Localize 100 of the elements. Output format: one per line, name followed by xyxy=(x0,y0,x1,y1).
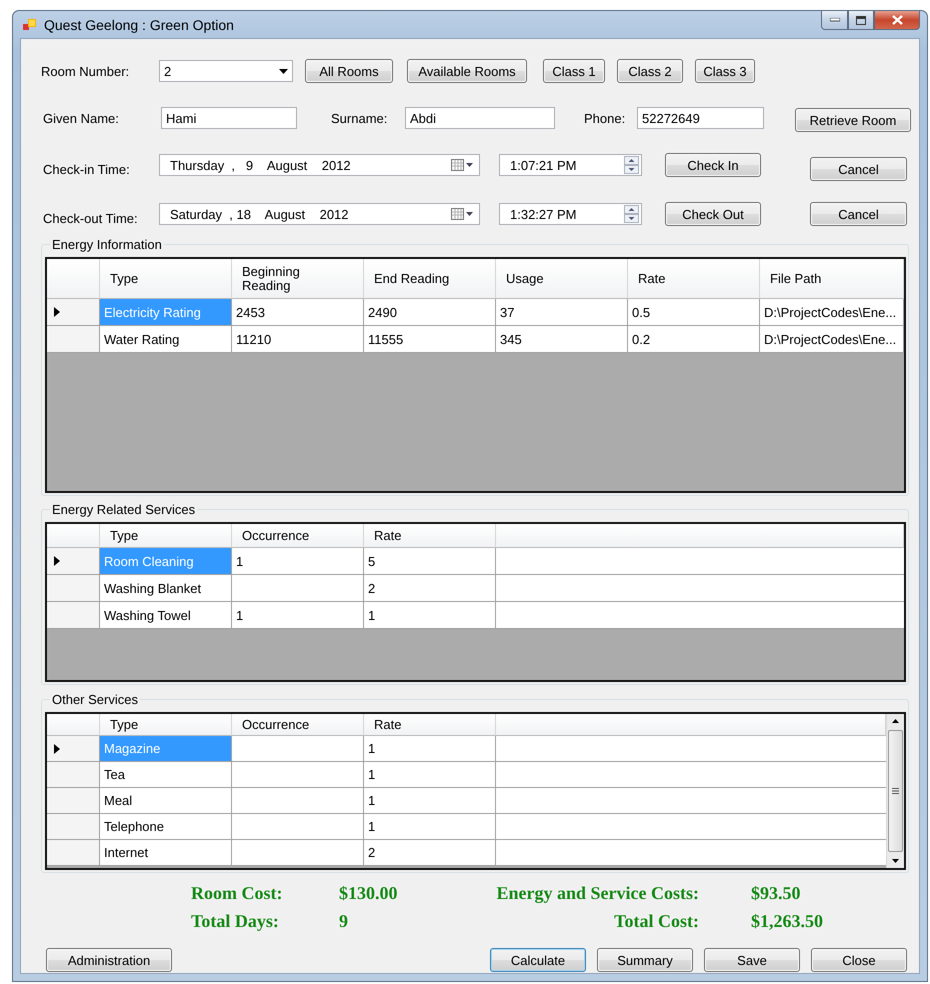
table-cell[interactable]: 2490 xyxy=(364,299,496,326)
table-cell[interactable]: Washing Blanket xyxy=(100,575,232,602)
table-cell[interactable]: 2 xyxy=(364,575,496,602)
scrollbar[interactable] xyxy=(886,714,904,868)
date-picker[interactable]: Saturday , 18 August 2012 xyxy=(159,203,480,225)
field-label: Phone: xyxy=(584,110,626,126)
field-label: Check-in Time: xyxy=(43,162,131,176)
scroll-up-icon xyxy=(891,718,900,724)
table-cell[interactable] xyxy=(232,736,364,762)
cancel-button[interactable]: Cancel xyxy=(810,202,907,226)
column-header[interactable]: Usage xyxy=(496,259,628,299)
table-cell[interactable]: 1 xyxy=(232,548,364,575)
table-cell[interactable] xyxy=(232,575,364,602)
total-value: 9 xyxy=(339,910,349,933)
table-cell[interactable]: 1 xyxy=(364,762,496,788)
current-row-icon xyxy=(54,307,60,317)
maximize-icon xyxy=(856,16,866,24)
table-cell[interactable]: Washing Towel xyxy=(100,602,232,629)
column-header[interactable]: File Path xyxy=(760,259,904,299)
app-icon xyxy=(22,16,38,32)
table-cell[interactable]: 1 xyxy=(364,814,496,840)
row-header[interactable] xyxy=(47,548,100,575)
column-header[interactable]: End Reading xyxy=(364,259,496,299)
table-cell[interactable]: 345 xyxy=(496,326,628,353)
field-label: Surname: xyxy=(331,110,388,126)
window-title: Quest Geelong : Green Option xyxy=(44,16,235,32)
spinner-icon xyxy=(624,205,639,223)
current-row-icon xyxy=(54,744,60,754)
time-field[interactable]: 1:32:27 PM xyxy=(499,203,642,225)
check-button[interactable]: Check Out xyxy=(665,202,761,226)
table-cell[interactable] xyxy=(232,762,364,788)
filter-button[interactable]: Class 2 xyxy=(617,59,683,83)
column-header[interactable]: Occurrence xyxy=(232,524,364,548)
filter-button[interactable]: All Rooms xyxy=(305,59,393,83)
filter-button[interactable]: Class 1 xyxy=(543,59,605,83)
table-cell[interactable]: 0.5 xyxy=(628,299,760,326)
table-cell[interactable]: 1 xyxy=(364,602,496,629)
table-cell[interactable] xyxy=(232,840,364,866)
current-row-icon xyxy=(54,556,60,566)
maximize-button[interactable] xyxy=(848,11,874,30)
table-cell[interactable]: D:\ProjectCodes\Ene... xyxy=(760,299,904,326)
action-button[interactable]: Save xyxy=(704,948,800,972)
scroll-thumb[interactable] xyxy=(888,730,903,852)
filter-button[interactable]: Available Rooms xyxy=(407,59,527,83)
table-cell[interactable]: 0.2 xyxy=(628,326,760,353)
group-title: Energy Related Services xyxy=(50,502,198,517)
column-header[interactable]: Type xyxy=(100,714,232,736)
check-button[interactable]: Check In xyxy=(665,153,761,177)
table-cell[interactable]: 11555 xyxy=(364,326,496,353)
text-field[interactable]: 52272649 xyxy=(637,107,764,129)
corner-header xyxy=(47,259,100,299)
action-button[interactable]: Calculate xyxy=(490,948,586,972)
date-picker[interactable]: Thursday , 9 August 2012 xyxy=(159,154,480,176)
data-grid[interactable]: Type Occurrence Rate Room Cleaning 1 5 Washing Blanket 2 Washing Towel 1 1 xyxy=(45,522,906,682)
field-label: Check-out Time: xyxy=(43,210,139,226)
room-number-dropdown[interactable]: 2 xyxy=(159,60,293,82)
time-field[interactable]: 1:07:21 PM xyxy=(499,154,642,176)
column-header[interactable]: Type xyxy=(100,259,232,299)
table-cell[interactable]: Tea xyxy=(100,762,232,788)
table-cell[interactable]: Water Rating xyxy=(100,326,232,353)
field-label: Given Name: xyxy=(43,110,120,126)
table-cell[interactable]: 11210 xyxy=(232,326,364,353)
action-button[interactable]: Administration xyxy=(46,948,172,972)
table-cell[interactable] xyxy=(232,814,364,840)
column-header[interactable]: Beginning Reading xyxy=(232,259,364,299)
table-cell[interactable]: 1 xyxy=(364,788,496,814)
close-button[interactable] xyxy=(874,11,920,30)
table-cell[interactable]: Telephone xyxy=(100,814,232,840)
minimize-button[interactable] xyxy=(821,11,848,30)
close-icon xyxy=(892,15,902,25)
column-header[interactable]: Occurrence xyxy=(232,714,364,736)
action-button[interactable]: Summary xyxy=(597,948,693,972)
action-button[interactable]: Close xyxy=(811,948,907,972)
column-header[interactable]: Rate xyxy=(364,714,496,736)
column-header[interactable]: Rate xyxy=(364,524,496,548)
table-cell[interactable]: 5 xyxy=(364,548,496,575)
text-field[interactable]: Abdi xyxy=(405,107,555,129)
row-header[interactable] xyxy=(47,299,100,326)
retrieve-room-button[interactable]: Retrieve Room xyxy=(795,108,911,132)
column-header[interactable]: Type xyxy=(100,524,232,548)
column-header[interactable]: Rate xyxy=(628,259,760,299)
calendar-icon xyxy=(451,159,475,171)
table-cell[interactable]: Internet xyxy=(100,840,232,866)
table-cell[interactable]: 1 xyxy=(232,602,364,629)
table-cell[interactable]: D:\ProjectCodes\Ene... xyxy=(760,326,904,353)
row-header[interactable] xyxy=(47,736,100,762)
table-cell[interactable]: 1 xyxy=(364,736,496,762)
table-cell[interactable]: 2 xyxy=(364,840,496,866)
filter-button[interactable]: Class 3 xyxy=(695,59,755,83)
text-field[interactable]: Hami xyxy=(161,107,297,129)
table-cell[interactable]: 2453 xyxy=(232,299,364,326)
table-cell[interactable]: 37 xyxy=(496,299,628,326)
table-cell[interactable]: Meal xyxy=(100,788,232,814)
total-label: Total Days: xyxy=(191,910,280,933)
grip-icon xyxy=(892,788,899,794)
table-cell[interactable] xyxy=(232,788,364,814)
cancel-button[interactable]: Cancel xyxy=(810,157,907,181)
group-title: Other Services xyxy=(50,692,140,707)
data-grid[interactable]: Type Beginning Reading End Reading Usage Rate File Path Electricity Rating 2453 2490 37 0.5 D:\ProjectCodes\Ene... Water Rating 11210 11555 345 0.2 D:\ProjectCodes\Ene... xyxy=(45,257,906,493)
data-grid[interactable]: Type Occurrence Rate Magazine 1 Tea 1 Meal 1 Telephone 1 Internet 2 xyxy=(45,712,906,870)
